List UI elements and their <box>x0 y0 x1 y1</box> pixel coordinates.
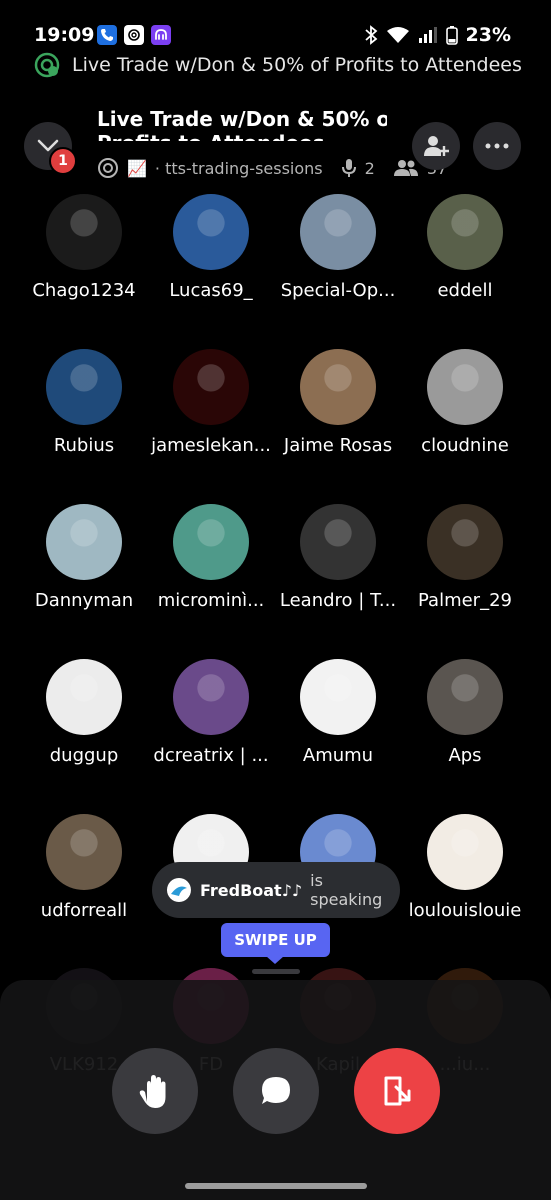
participant-name: jameslekan... <box>151 435 271 456</box>
participant-tile[interactable]: loulouislouie <box>402 814 528 921</box>
participant-name: Dannyman <box>34 590 134 611</box>
participant-avatar <box>173 194 249 270</box>
participant-avatar <box>427 814 503 890</box>
participant-avatar <box>427 349 503 425</box>
add-user-icon <box>424 136 449 156</box>
participant-name: duggup <box>49 745 119 766</box>
signal-icon <box>418 27 437 43</box>
participant-tile[interactable]: duggup <box>21 659 147 766</box>
stage-subline: 📈 · tts-trading-sessions 2 37 <box>97 157 447 179</box>
participant-name: Chago1234 <box>32 280 136 301</box>
status-app-icons <box>97 25 171 45</box>
wifi-icon <box>386 27 409 43</box>
battery-icon <box>445 26 458 45</box>
participant-avatar <box>173 504 249 580</box>
speaker-name: FredBoat♪♪ <box>199 880 303 900</box>
participant-tile[interactable]: cloudnine <box>402 349 528 456</box>
participant-name: Lucas69_ <box>169 280 253 301</box>
stage-channel-icon <box>98 158 118 178</box>
home-indicator[interactable] <box>185 1183 367 1189</box>
swipe-hint-arrow <box>266 956 284 964</box>
participant-tile[interactable]: microminì... <box>148 504 274 611</box>
participant-tile[interactable]: udforreall <box>21 814 147 921</box>
participant-avatar <box>427 504 503 580</box>
participant-name: microminì... <box>157 590 265 611</box>
microphone-icon <box>341 159 356 177</box>
participant-name: Palmer_29 <box>418 590 512 611</box>
participant-tile[interactable]: jameslekan... <box>148 349 274 456</box>
participant-avatar <box>46 504 122 580</box>
participant-tile[interactable]: Chago1234 <box>21 194 147 301</box>
participant-avatar <box>300 349 376 425</box>
stage-title-line1: Live Trade w/Don & 50% of <box>97 107 387 131</box>
bluetooth-icon <box>364 25 377 45</box>
participant-name: loulouislouie <box>408 900 522 921</box>
participant-avatar <box>427 194 503 270</box>
participant-name: Leandro | T... <box>279 590 397 611</box>
channel-name: · tts-trading-sessions <box>154 158 323 178</box>
notification-badge: 1 <box>49 147 77 175</box>
participant-avatar <box>46 349 122 425</box>
more-dots-icon <box>485 143 509 149</box>
participant-tile[interactable]: Dannyman <box>21 504 147 611</box>
participant-avatar <box>173 349 249 425</box>
participant-avatar <box>46 814 122 890</box>
participant-name: Amumu <box>302 745 374 766</box>
participant-avatar <box>427 659 503 735</box>
participant-avatar <box>300 659 376 735</box>
participant-tile[interactable]: eddell <box>402 194 528 301</box>
drag-handle[interactable] <box>252 969 300 974</box>
participant-tile[interactable]: Amumu <box>275 659 401 766</box>
participant-name: cloudnine <box>421 435 509 456</box>
participant-tile[interactable]: Lucas69_ <box>148 194 274 301</box>
stage-title-line2: Profits to Attendees <box>97 131 387 141</box>
participant-avatar <box>300 504 376 580</box>
ongoing-stage-notification[interactable]: Live Trade w/Don & 50% of Profits to Att… <box>34 51 531 79</box>
participant-tile[interactable]: Jaime Rosas <box>275 349 401 456</box>
participant-tile[interactable]: Special-Op... <box>275 194 401 301</box>
participant-tile[interactable]: Aps <box>402 659 528 766</box>
chat-button[interactable] <box>233 1048 319 1134</box>
participant-name: Aps <box>448 745 482 766</box>
participant-avatar <box>46 659 122 735</box>
participant-name: Jaime Rosas <box>283 435 393 456</box>
more-options-button[interactable] <box>473 122 521 170</box>
chatgpt-app-icon <box>124 25 144 45</box>
chart-emoji: 📈 <box>127 158 147 178</box>
participant-name: eddell <box>437 280 493 301</box>
participant-tile[interactable]: Rubius <box>21 349 147 456</box>
invite-button[interactable] <box>412 122 460 170</box>
speakers-count: 2 <box>364 158 375 178</box>
people-icon <box>393 160 418 176</box>
participant-tile[interactable]: Leandro | T... <box>275 504 401 611</box>
status-bar: 19:09 23% <box>0 0 551 50</box>
participant-avatar <box>300 194 376 270</box>
raise-hand-button[interactable] <box>112 1048 198 1134</box>
participant-name: udforreall <box>40 900 128 921</box>
speaking-text: is speaking <box>310 871 383 909</box>
leave-stage-button[interactable] <box>354 1048 440 1134</box>
chat-bubble-icon <box>262 1077 290 1104</box>
kraken-app-icon <box>151 25 171 45</box>
stage-title: Live Trade w/Don & 50% of Profits to Att… <box>97 107 387 141</box>
status-time: 19:09 <box>34 24 95 46</box>
leave-stage-icon <box>384 1076 411 1106</box>
battery-percent: 23% <box>465 24 511 46</box>
participant-avatar <box>46 194 122 270</box>
participant-tile[interactable]: dcreatrix | ... <box>148 659 274 766</box>
participant-tile[interactable]: Palmer_29 <box>402 504 528 611</box>
phone-app-icon <box>97 25 117 45</box>
swipe-up-hint: SWIPE UP <box>221 923 330 957</box>
stage-speaker-icon <box>34 52 60 78</box>
raise-hand-icon <box>139 1075 166 1108</box>
participant-name: dcreatrix | ... <box>153 745 269 766</box>
participant-name: Special-Op... <box>280 280 396 301</box>
status-right: 23% <box>364 24 511 46</box>
speaking-toast: FredBoat♪♪ is speaking <box>152 862 400 918</box>
fredboat-avatar-icon <box>166 878 191 902</box>
participant-avatar <box>173 659 249 735</box>
participant-name: Rubius <box>53 435 115 456</box>
notification-text: Live Trade w/Don & 50% of Profits to Att… <box>72 54 522 76</box>
